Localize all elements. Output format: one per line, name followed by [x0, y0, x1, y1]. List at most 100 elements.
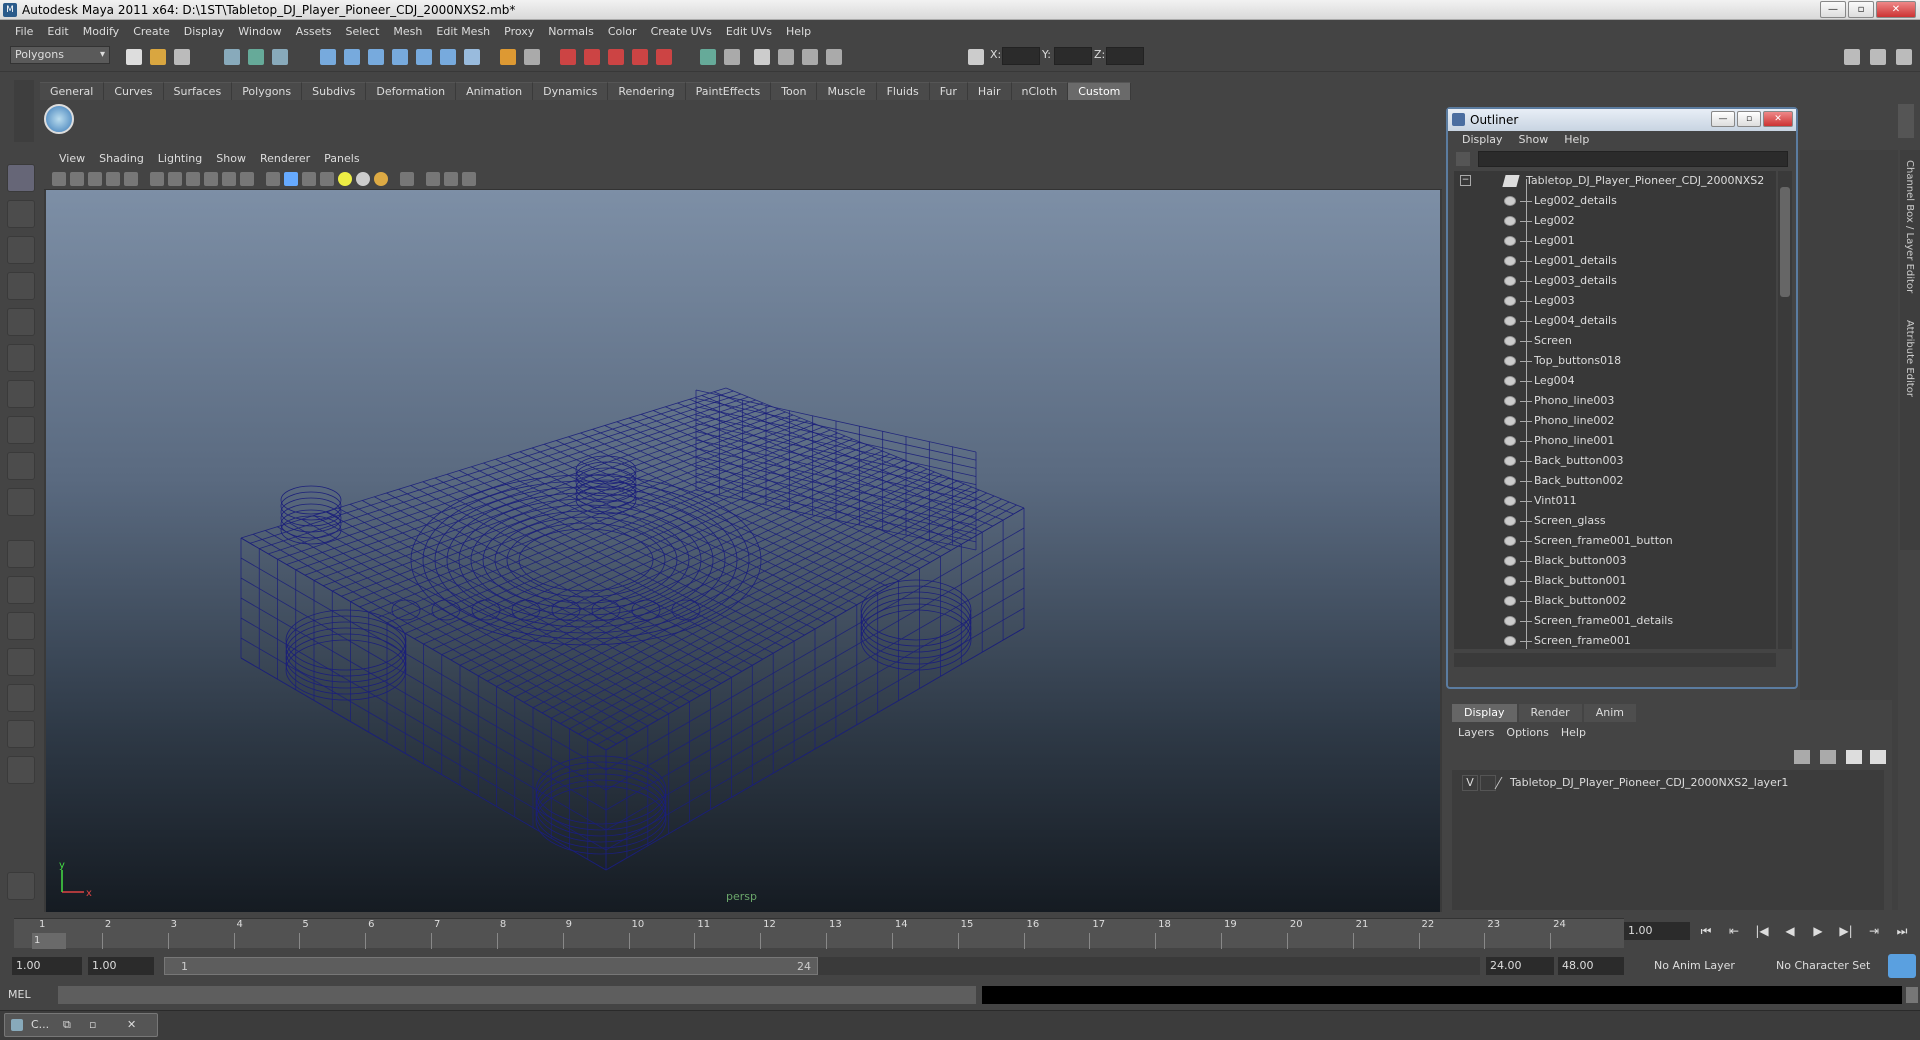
outliner-menu-help[interactable]: Help [1556, 131, 1597, 149]
snap-point-icon[interactable] [368, 49, 384, 65]
camera-attr-icon[interactable] [70, 172, 84, 186]
batch-render-icon[interactable] [802, 49, 818, 65]
perspective-viewport[interactable]: x y persp [46, 190, 1440, 912]
wireframe-model[interactable] [46, 190, 1440, 912]
vp-menu-shading[interactable]: Shading [92, 150, 151, 168]
mode-dropdown[interactable]: Polygons [10, 46, 110, 64]
anim-end-field[interactable]: 48.00 [1558, 957, 1624, 975]
move-tool-icon[interactable] [7, 272, 35, 300]
outliner-titlebar[interactable]: Outliner — ▫ ✕ [1448, 109, 1796, 131]
shelf-tab-deformation[interactable]: Deformation [366, 82, 457, 100]
vp-menu-lighting[interactable]: Lighting [151, 150, 209, 168]
outliner-item[interactable]: Leg001_details [1454, 251, 1776, 271]
layer-tab-display[interactable]: Display [1452, 704, 1517, 722]
history-icon[interactable] [560, 49, 576, 65]
z-field[interactable] [1106, 47, 1144, 65]
outliner-filter-icon[interactable] [1456, 152, 1470, 166]
outliner-item[interactable]: Black_button002 [1454, 591, 1776, 611]
menu-create-uvs[interactable]: Create UVs [644, 25, 719, 38]
paint-select-tool-icon[interactable] [7, 236, 35, 264]
outliner-vscrollbar[interactable] [1778, 171, 1792, 649]
shelf-tab-polygons[interactable]: Polygons [232, 82, 303, 100]
outliner-item[interactable]: Leg003 [1454, 291, 1776, 311]
outliner-item[interactable]: Screen_glass [1454, 511, 1776, 531]
outliner-search-input[interactable] [1478, 151, 1788, 167]
menu-window[interactable]: Window [231, 25, 288, 38]
outliner-item[interactable]: Top_buttons018 [1454, 351, 1776, 371]
layer-color-swatch[interactable] [1494, 777, 1512, 789]
hypershade-icon[interactable] [754, 49, 770, 65]
maximize-icon[interactable]: ▫ [89, 1014, 96, 1036]
vp-menu-renderer[interactable]: Renderer [253, 150, 317, 168]
step-back-frame-icon[interactable]: |◀ [1752, 922, 1772, 940]
new-scene-icon[interactable] [126, 49, 142, 65]
outliner-item[interactable]: Back_button003 [1454, 451, 1776, 471]
step-back-key-icon[interactable]: ⇤ [1724, 922, 1744, 940]
outliner-item[interactable]: Phono_line001 [1454, 431, 1776, 451]
new-layer-selected-icon[interactable] [1870, 750, 1886, 764]
soft-mod-tool-icon[interactable] [7, 416, 35, 444]
outliner-scroll-thumb[interactable] [1780, 187, 1790, 297]
transform-field-icon[interactable] [968, 49, 984, 65]
range-end-field[interactable]: 24.00 [1486, 957, 1554, 975]
outliner-item[interactable]: Phono_line002 [1454, 411, 1776, 431]
outliner-item[interactable]: Leg001 [1454, 231, 1776, 251]
step-forward-key-icon[interactable]: ⇥ [1864, 922, 1884, 940]
show-manipulator-icon[interactable] [7, 452, 35, 480]
display-icon[interactable] [826, 49, 842, 65]
xray-components-icon[interactable] [462, 172, 476, 186]
channel-box-tab[interactable]: Channel Box / Layer Editor [1904, 160, 1915, 293]
close-button[interactable]: ✕ [1876, 1, 1916, 18]
layer-row[interactable]: V Tabletop_DJ_Player_Pioneer_CDJ_2000NXS… [1452, 774, 1884, 792]
outliner-menu-display[interactable]: Display [1454, 131, 1511, 149]
shelf-tab-fur[interactable]: Fur [929, 82, 968, 100]
outliner-item[interactable]: Leg002_details [1454, 191, 1776, 211]
checkmark-shelf-icon[interactable] [44, 104, 74, 134]
range-slider-thumb[interactable]: 1 24 [164, 957, 818, 975]
outliner-item[interactable]: Black_button001 [1454, 571, 1776, 591]
menu-edit[interactable]: Edit [40, 25, 75, 38]
manipulator-tool-icon[interactable] [7, 380, 35, 408]
field-chart-icon[interactable] [204, 172, 218, 186]
anim-start-field[interactable]: 1.00 [88, 957, 154, 975]
shelf-tab-ncloth[interactable]: nCloth [1011, 82, 1069, 100]
current-frame-field[interactable]: 1.00 [1624, 922, 1690, 940]
render-settings-icon[interactable] [724, 49, 740, 65]
xray-icon[interactable] [426, 172, 440, 186]
render-current-icon[interactable] [778, 49, 794, 65]
smooth-shade-icon[interactable] [284, 172, 298, 186]
auto-key-icon[interactable] [1888, 954, 1916, 978]
shelf-tab-general[interactable]: General [40, 82, 105, 100]
collapse-toggle-icon[interactable]: − [1460, 175, 1471, 186]
layer-menu-options[interactable]: Options [1500, 724, 1554, 742]
safe-title-icon[interactable] [240, 172, 254, 186]
outliner-item[interactable]: Vint011 [1454, 491, 1776, 511]
four-pane-layout-icon[interactable] [7, 576, 35, 604]
menu-file[interactable]: File [8, 25, 40, 38]
render-tool-icon[interactable] [7, 872, 35, 900]
menu-help[interactable]: Help [779, 25, 818, 38]
attribute-editor-tab[interactable]: Attribute Editor [1904, 320, 1915, 397]
range-slider[interactable]: 1 24 [164, 957, 1480, 975]
snap-curve-icon[interactable] [344, 49, 360, 65]
outliner-item[interactable]: Screen [1454, 331, 1776, 351]
camera-select-icon[interactable] [52, 172, 66, 186]
isolate-select-icon[interactable] [400, 172, 414, 186]
last-tool-icon[interactable] [7, 488, 35, 516]
outliner-item[interactable]: Screen_frame001_button [1454, 531, 1776, 551]
shelf-tab-custom[interactable]: Custom [1068, 82, 1132, 100]
make-live-icon[interactable] [416, 49, 432, 65]
outliner-maximize-button[interactable]: ▫ [1737, 111, 1761, 127]
scale-tool-icon[interactable] [7, 344, 35, 372]
menu-color[interactable]: Color [601, 25, 644, 38]
outliner-item[interactable]: Leg004 [1454, 371, 1776, 391]
shelf-tab-fluids[interactable]: Fluids [876, 82, 930, 100]
shelf-tab-surfaces[interactable]: Surfaces [163, 82, 233, 100]
safe-action-icon[interactable] [222, 172, 236, 186]
gate-mask-icon[interactable] [186, 172, 200, 186]
ipr-icon[interactable] [656, 49, 672, 65]
character-set-dropdown[interactable]: No Character Set [1772, 957, 1880, 975]
outliner-item[interactable]: Leg002 [1454, 211, 1776, 231]
shelf-scroll[interactable] [1898, 104, 1914, 138]
image-plane-icon[interactable] [106, 172, 120, 186]
